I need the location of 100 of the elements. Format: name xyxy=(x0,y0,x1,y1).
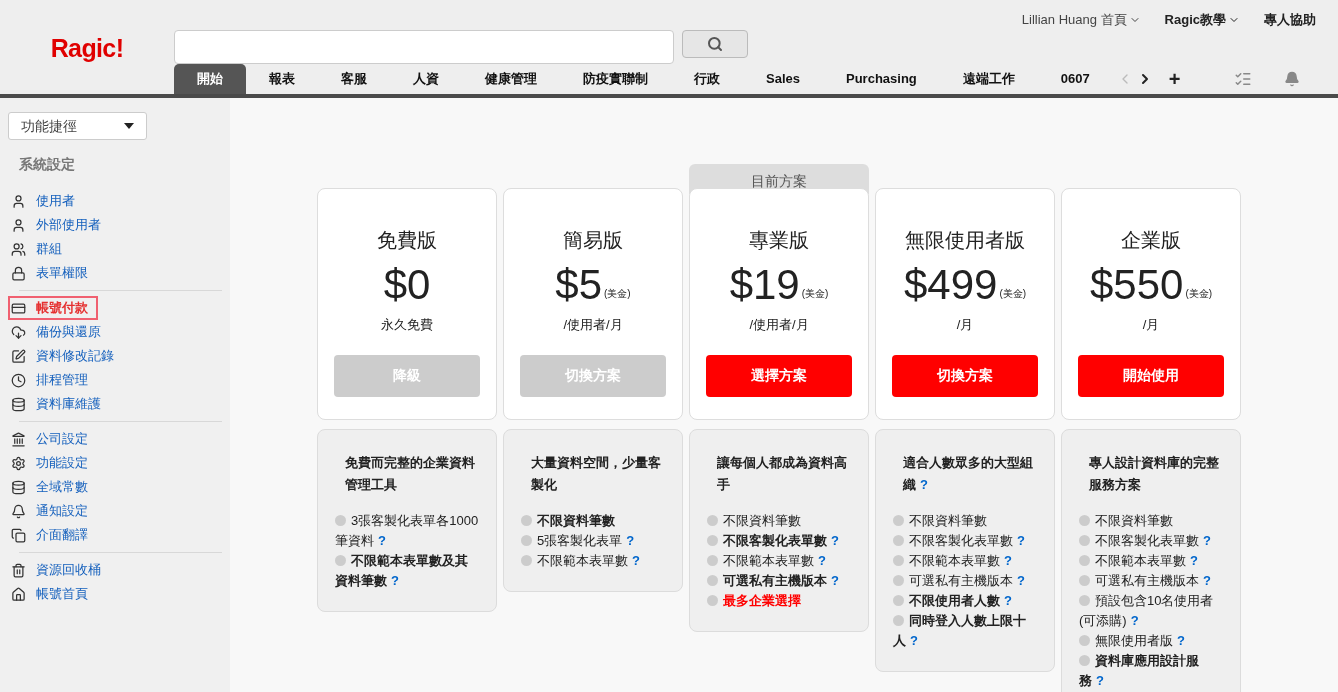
bullet-icon xyxy=(893,535,904,546)
sidebar-item[interactable]: 使用者 xyxy=(8,189,75,213)
help-link[interactable]: ? xyxy=(1177,633,1185,648)
plan-name: 專業版 xyxy=(749,228,809,253)
edit-icon xyxy=(11,348,26,364)
feature-item: 資料庫應用設計服務 ? xyxy=(1079,652,1200,690)
header-link[interactable]: 專人協助 xyxy=(1264,10,1316,30)
help-link[interactable]: ? xyxy=(1190,553,1198,568)
sidebar-item[interactable]: 資料修改記錄 xyxy=(8,344,114,368)
plan-price: $550 xyxy=(1089,261,1184,309)
sidebar-item[interactable]: 群組 xyxy=(8,237,62,261)
home-icon xyxy=(11,586,26,602)
plan-button[interactable]: 開始使用 xyxy=(1078,354,1224,397)
bullet-icon xyxy=(707,595,718,606)
bullet-icon xyxy=(521,515,532,526)
plan-name: 免費版 xyxy=(377,228,437,253)
feature-item: 3張客製化表單各1000筆資料 ? xyxy=(335,512,479,550)
feature-item: 不限資料筆數 xyxy=(893,511,1037,531)
currency-label: (美金) xyxy=(1185,287,1213,301)
help-link[interactable]: ? xyxy=(1096,673,1104,688)
bullet-icon xyxy=(707,555,718,566)
plan-period: /月 xyxy=(1142,316,1160,334)
help-link[interactable]: ? xyxy=(831,533,839,548)
header-link[interactable]: Ragic教學 xyxy=(1164,10,1240,30)
tab[interactable]: Purchasing xyxy=(823,64,940,94)
feature-item: 不限範本表單數 ? xyxy=(707,551,851,571)
shortcut-dropdown[interactable]: 功能捷徑 xyxy=(8,112,147,140)
bullet-icon xyxy=(1079,555,1090,566)
tab[interactable]: 行政 xyxy=(671,64,743,94)
bell-icon xyxy=(11,503,26,519)
settings-icon xyxy=(11,455,26,471)
sidebar-item[interactable]: 備份與還原 xyxy=(8,320,101,344)
help-link[interactable]: ? xyxy=(1203,573,1211,588)
tab[interactable]: 防疫實聯制 xyxy=(560,64,671,94)
sidebar-item[interactable]: 資源回收桶 xyxy=(8,558,101,582)
feature-item: 不限範本表單數及其資料筆數 ? xyxy=(335,552,469,590)
plan-summary: 專人設計資料庫的完整服務方案 xyxy=(1088,454,1220,494)
help-link[interactable]: ? xyxy=(920,477,928,492)
bank-icon xyxy=(11,431,26,447)
sidebar-item[interactable]: 外部使用者 xyxy=(8,213,101,237)
search-button[interactable] xyxy=(682,29,748,58)
sidebar-item[interactable]: 排程管理 xyxy=(8,368,88,392)
trash-icon xyxy=(11,562,26,578)
feature-item: 不限範本表單數 ? xyxy=(893,551,1037,571)
tab[interactable]: 遠端工作 xyxy=(939,64,1038,94)
feature-item: 可選私有主機版本 ? xyxy=(707,571,851,591)
feature-item: 不限客製化表單數 ? xyxy=(707,531,851,551)
notification-icon[interactable] xyxy=(1284,71,1300,87)
tab[interactable]: 健康管理 xyxy=(462,64,560,94)
help-link[interactable]: ? xyxy=(1130,613,1139,628)
feature-item: 5張客製化表單 ? xyxy=(521,531,665,551)
bullet-icon xyxy=(893,575,904,586)
add-tab-button[interactable]: + xyxy=(1168,69,1181,89)
bullet-icon xyxy=(1079,595,1090,606)
plan-button[interactable]: 切換方案 xyxy=(892,354,1038,397)
tab[interactable]: Sales xyxy=(743,64,823,94)
sidebar-item[interactable]: 功能設定 xyxy=(8,451,88,475)
bullet-icon xyxy=(707,515,718,526)
bullet-icon xyxy=(1079,635,1090,646)
tab[interactable]: 人資 xyxy=(390,64,462,94)
header-link[interactable]: Lillian Huang 首頁 xyxy=(1021,10,1141,30)
plan-summary: 適合人數眾多的大型組織 ? xyxy=(901,454,1034,494)
tab[interactable]: 開始 xyxy=(174,64,246,94)
checklist-icon[interactable] xyxy=(1234,70,1252,88)
bullet-icon xyxy=(893,595,904,606)
bullet-icon xyxy=(893,515,904,526)
help-link[interactable]: ? xyxy=(1017,573,1025,588)
copy-icon xyxy=(11,527,26,543)
sidebar-item[interactable]: 資料庫維護 xyxy=(8,392,101,416)
search-field[interactable] xyxy=(174,29,674,64)
plan-button[interactable]: 選擇方案 xyxy=(706,354,852,397)
feature-item: 最多企業選擇 xyxy=(707,591,851,611)
sidebar-item[interactable]: 通知設定 xyxy=(8,499,88,523)
sidebar-item[interactable]: 介面翻譯 xyxy=(8,523,88,547)
tab[interactable]: 報表 xyxy=(246,64,318,94)
user-icon xyxy=(11,193,26,209)
bullet-icon xyxy=(893,555,904,566)
plan-summary: 大量資料空間，少量客製化 xyxy=(530,454,662,494)
clock-icon xyxy=(11,372,26,388)
sidebar-item[interactable]: 帳號首頁 xyxy=(8,582,88,606)
help-link[interactable]: ? xyxy=(1004,593,1012,608)
sidebar-item[interactable]: 帳號付款 xyxy=(8,296,98,320)
tab[interactable]: 0607 xyxy=(1037,64,1113,94)
sidebar-item[interactable]: 表單權限 xyxy=(8,261,88,285)
help-link[interactable]: ? xyxy=(1004,553,1012,568)
feature-item: 可選私有主機版本 ? xyxy=(1079,571,1223,591)
database-icon xyxy=(11,479,26,495)
help-link[interactable]: ? xyxy=(831,573,839,588)
bullet-icon xyxy=(1079,575,1090,586)
help-link[interactable]: ? xyxy=(1017,533,1025,548)
help-link[interactable]: ? xyxy=(818,553,826,568)
feature-item: 不限資料筆數 xyxy=(1079,511,1223,531)
sidebar-item[interactable]: 全域常數 xyxy=(8,475,88,499)
tab[interactable]: 客服 xyxy=(318,64,390,94)
sidebar-item[interactable]: 公司設定 xyxy=(8,427,88,451)
logo[interactable]: Ragic! xyxy=(50,30,124,68)
help-link[interactable]: ? xyxy=(910,633,918,648)
sidebar-title: 系統設定 xyxy=(19,155,76,174)
bullet-icon xyxy=(335,515,346,526)
help-link[interactable]: ? xyxy=(1203,533,1211,548)
